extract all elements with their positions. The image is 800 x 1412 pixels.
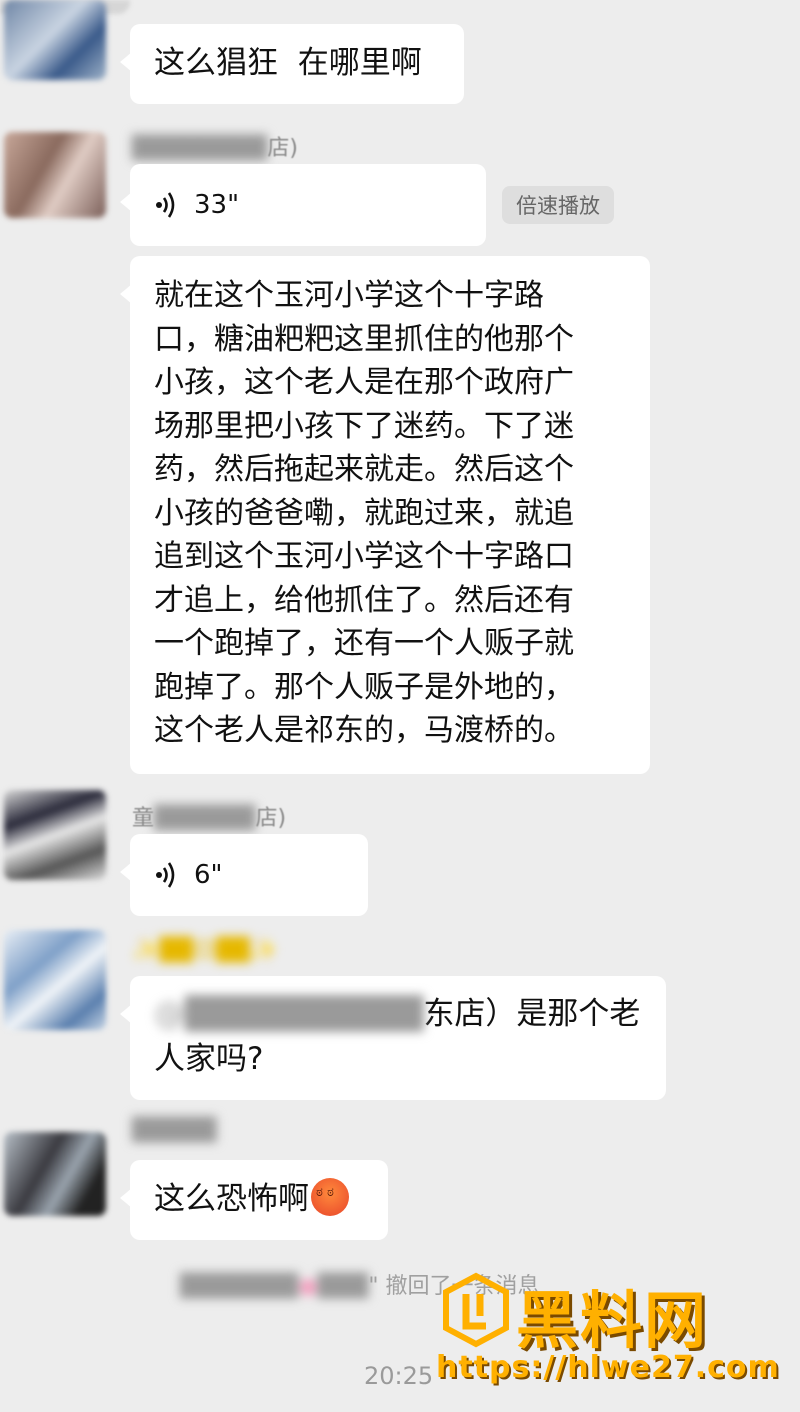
avatar[interactable]: [4, 132, 106, 218]
voice-duration: 33": [194, 189, 240, 220]
sender-name-blurred: █████: [132, 1118, 217, 1143]
quoted-name-blurred: @██████████: [154, 996, 424, 1032]
message-bubble[interactable]: 这么猖狂 在哪里啊: [120, 24, 464, 104]
avatar[interactable]: [4, 1132, 106, 1216]
recall-sender-blurred: ███████●███: [180, 1274, 369, 1299]
voice-transcript-bubble[interactable]: 就在这个玉河小学这个十字路 口，糖油粑粑这里抓住的他那个 小孩，这个老人是在那个…: [120, 256, 650, 774]
sender-name: ✨██😊██✨: [132, 938, 277, 963]
voice-message-bubble[interactable]: 6": [120, 834, 368, 916]
sender-name-blurred: ████████: [132, 136, 268, 161]
angry-face-icon: [311, 1178, 349, 1216]
voice-message-bubble[interactable]: 33": [120, 164, 486, 246]
playback-speed-button[interactable]: 倍速播放: [502, 186, 614, 224]
sender-name-blurred: ██████: [154, 806, 256, 831]
watermark-logo-icon: [443, 1272, 509, 1348]
message-text: 这么猖狂 在哪里啊: [154, 45, 422, 82]
message-text: 这么恐怖啊: [154, 1181, 309, 1218]
timestamp: 20:25: [364, 1362, 434, 1390]
avatar[interactable]: [4, 930, 106, 1030]
message-text: @██████████东店）是那个老 人家吗?: [154, 992, 642, 1082]
transcript-text: 就在这个玉河小学这个十字路 口，糖油粑粑这里抓住的他那个 小孩，这个老人是在那个…: [154, 278, 574, 748]
sender-name-suffix: 店): [255, 806, 287, 831]
message-bubble[interactable]: 这么恐怖啊: [120, 1160, 388, 1240]
watermark-title: 黑料网: [516, 1284, 709, 1357]
voice-wave-icon: [156, 862, 175, 888]
sender-name: ████████店): [132, 130, 298, 162]
voice-duration: 6": [194, 859, 223, 890]
sender-name: 童██████店): [132, 800, 286, 832]
voice-wave-icon: [156, 192, 175, 218]
watermark-url: https://hlwe27.com: [436, 1350, 780, 1385]
sender-name-suffix: 店): [267, 136, 298, 161]
sender-name-prefix: 童: [132, 806, 155, 831]
sender-name: █████: [132, 1118, 217, 1143]
message-bubble[interactable]: @██████████东店）是那个老 人家吗?: [120, 976, 666, 1100]
sender-name-blurred: ✨██😊██✨: [132, 938, 278, 963]
avatar[interactable]: [4, 790, 106, 880]
avatar[interactable]: [4, 0, 106, 80]
